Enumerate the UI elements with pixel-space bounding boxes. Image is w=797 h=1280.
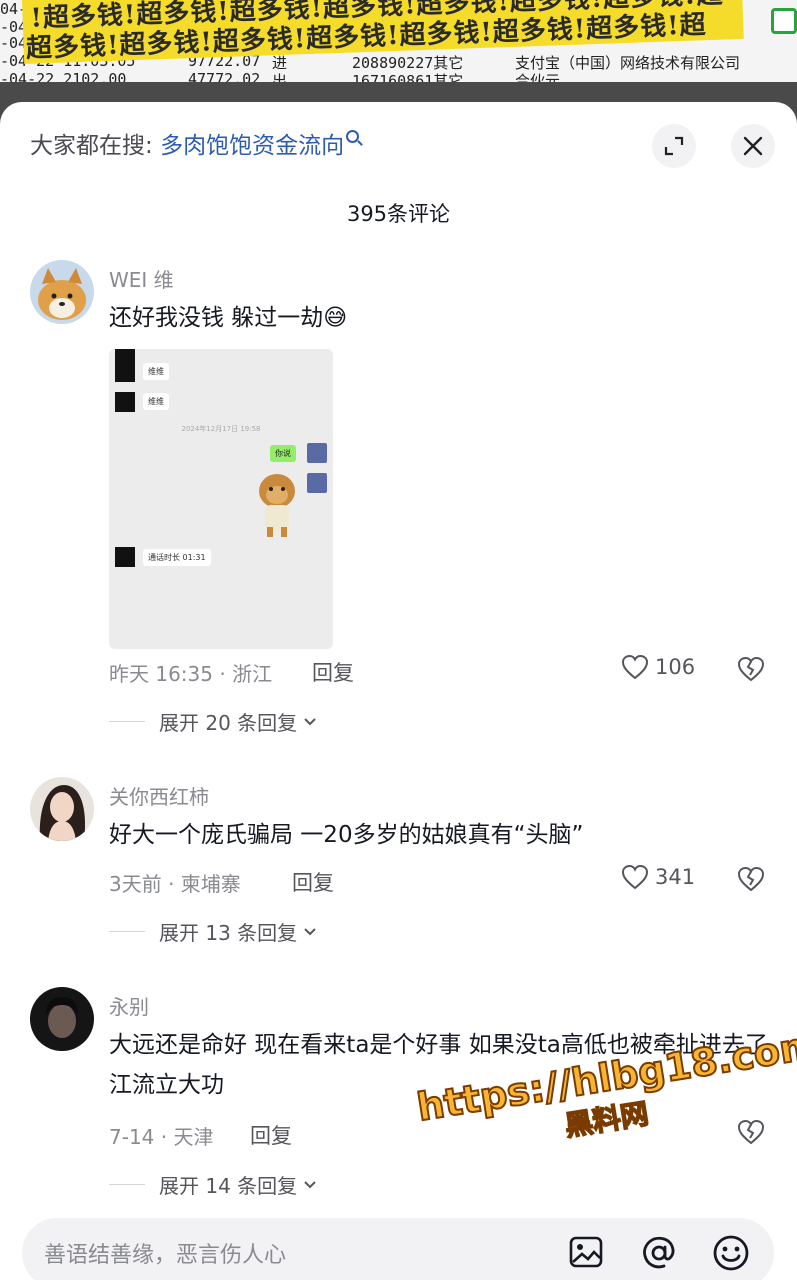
chat-avatar — [115, 547, 135, 567]
chevron-down-icon — [304, 1180, 316, 1188]
close-icon — [743, 136, 763, 156]
chevron-down-icon — [304, 717, 316, 725]
comment-count: 395条评论 — [346, 202, 451, 226]
man-avatar-image — [30, 987, 94, 1051]
like-count: 341 — [655, 865, 696, 889]
avatar[interactable] — [30, 987, 94, 1051]
avatar[interactable] — [30, 777, 94, 841]
heart-icon — [621, 654, 649, 680]
chat-avatar — [115, 362, 135, 382]
search-keyword[interactable]: 多肉饱饱资金流向 — [160, 133, 344, 159]
emoji-button[interactable] — [712, 1234, 750, 1276]
heart-icon — [621, 864, 649, 890]
dislike-button[interactable] — [736, 866, 766, 896]
expand-replies[interactable]: 展开 13 条回复 — [109, 917, 317, 946]
reply-button[interactable]: 回复 — [312, 657, 354, 687]
chat-avatar — [115, 392, 135, 412]
comment-input-placeholder[interactable]: 善语结善缘，恶言伤人心 — [44, 1237, 286, 1269]
comment-meta: 3天前 · 柬埔寨 — [109, 872, 241, 896]
avatar[interactable] — [30, 260, 94, 324]
search-icon — [346, 130, 360, 143]
mention-button[interactable] — [640, 1234, 678, 1276]
comment-username[interactable]: 永别 — [109, 991, 149, 1020]
image-button[interactable] — [568, 1234, 604, 1274]
dislike-button[interactable] — [736, 1119, 766, 1149]
at-icon — [643, 1236, 675, 1269]
expand-icon — [664, 136, 684, 156]
comment-meta: 7-14 · 天津 — [109, 1125, 214, 1149]
comment-input-bar[interactable]: 善语结善缘，恶言伤人心 — [22, 1218, 774, 1280]
like-button[interactable]: 341 — [621, 864, 695, 890]
reply-button[interactable]: 回复 — [250, 1120, 292, 1150]
expand-replies[interactable]: 展开 14 条回复 — [109, 1170, 317, 1199]
comment-username[interactable]: WEI 维 — [109, 264, 174, 293]
emoji-icon — [713, 1235, 749, 1271]
comment-text: 还好我没钱 躲过一劫😅 — [109, 305, 348, 331]
girl-avatar-image — [30, 777, 94, 841]
close-button[interactable] — [731, 124, 775, 168]
expand-replies[interactable]: 展开 20 条回复 — [109, 707, 317, 736]
reply-button[interactable]: 回复 — [292, 867, 334, 897]
chat-icon — [771, 8, 797, 34]
call-record: 通话时长 01:31 — [143, 549, 211, 566]
comment-text: 好大一个庞氏骗局 一20多岁的姑娘真有“头脑” — [109, 822, 584, 848]
comment-meta: 昨天 16:35 · 浙江 — [109, 662, 273, 686]
image-icon — [569, 1236, 603, 1268]
dislike-button[interactable] — [736, 656, 766, 686]
broken-heart-icon — [737, 866, 765, 892]
dog-avatar-image — [30, 260, 94, 324]
comment-image[interactable]: 维维 维维 2024年12月17日 19:58 你说 通话时长 01:31 — [109, 349, 333, 649]
chevron-down-icon — [304, 927, 316, 935]
expand-button[interactable] — [652, 124, 696, 168]
like-count: 106 — [655, 655, 696, 679]
like-button[interactable]: 106 — [621, 654, 695, 680]
broken-heart-icon — [737, 656, 765, 682]
chat-avatar — [307, 443, 327, 463]
broken-heart-icon — [737, 1119, 765, 1145]
puppy-sticker — [259, 474, 295, 537]
comment-username[interactable]: 关你西红柿 — [109, 781, 209, 810]
background-spreadsheet: 04-22 23003.00 -04- -04- -04-22 11:03:05… — [0, 0, 797, 82]
search-suggestion[interactable]: 大家都在搜: 多肉饱饱资金流向 — [30, 130, 360, 162]
chat-avatar — [307, 473, 327, 493]
